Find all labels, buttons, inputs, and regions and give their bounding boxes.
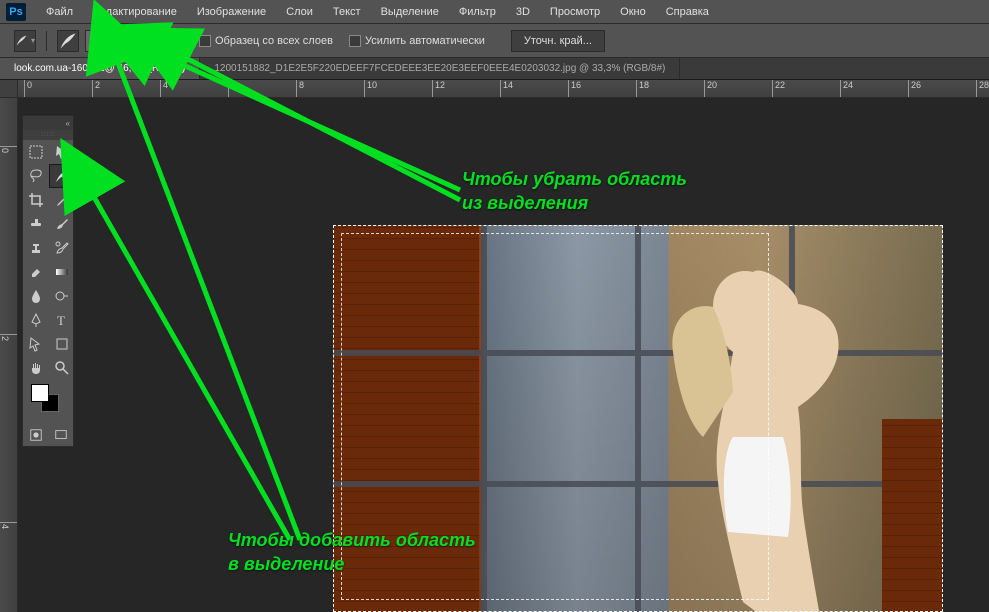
- add-to-selection-icon[interactable]: +: [85, 30, 107, 52]
- ruler-tick: 0: [24, 80, 32, 98]
- drag-handle-icon[interactable]: :::::: [23, 130, 73, 140]
- new-selection-icon[interactable]: [57, 30, 79, 52]
- marquee-tool-icon[interactable]: [23, 140, 49, 164]
- crop-tool-icon[interactable]: [23, 188, 49, 212]
- zoom-tool-icon[interactable]: [49, 356, 75, 380]
- menu-3d[interactable]: 3D: [506, 6, 540, 18]
- blur-tool-icon[interactable]: [23, 284, 49, 308]
- refine-edge-button[interactable]: Уточн. край...: [511, 30, 605, 52]
- annotation-add: Чтобы добавить область в выделение: [228, 528, 476, 577]
- tools-panel: « ::::: T: [22, 115, 74, 447]
- tab-document-1[interactable]: look.com.ua-160131 @ 66,7% (RGB/8): [0, 58, 200, 79]
- screen-mode-icon[interactable]: [48, 424, 73, 446]
- auto-enhance-checkbox[interactable]: Усилить автоматически: [349, 35, 485, 47]
- ruler-tick: 18: [636, 80, 649, 98]
- ruler-tick: 8: [296, 80, 304, 98]
- tools-panel-header: «: [23, 116, 73, 130]
- healing-brush-tool-icon[interactable]: [23, 212, 49, 236]
- ruler-corner: [0, 80, 18, 98]
- ruler-horizontal: 0 2 4 6 8 10 12 14 16 18 20 22 24 26 28: [18, 80, 989, 98]
- ruler-vertical: 0 2 4: [0, 98, 18, 612]
- document-tabs: look.com.ua-160131 @ 66,7% (RGB/8) 12001…: [0, 58, 989, 80]
- menu-bar: Ps Файл Редактирование Изображение Слои …: [0, 0, 989, 24]
- ruler-tick: 4: [0, 522, 18, 529]
- eyedropper-tool-icon[interactable]: [49, 188, 75, 212]
- ruler-tick: 16: [568, 80, 581, 98]
- ruler-tick: 2: [92, 80, 100, 98]
- ruler-tick: 12: [432, 80, 445, 98]
- ruler-tick: 20: [704, 80, 717, 98]
- history-brush-tool-icon[interactable]: [49, 236, 75, 260]
- ruler-tick: 28: [976, 80, 989, 98]
- tab-label: 1200151882_D1E2E5F220EDEEF7FCEDEEE3EE20E…: [214, 63, 665, 74]
- ruler-tick: 6: [228, 80, 236, 98]
- menu-text[interactable]: Текст: [323, 6, 371, 18]
- clone-stamp-tool-icon[interactable]: [23, 236, 49, 260]
- ruler-tick: 14: [500, 80, 513, 98]
- svg-text:T: T: [57, 313, 65, 328]
- eraser-tool-icon[interactable]: [23, 260, 49, 284]
- photoshop-logo-icon: Ps: [6, 3, 26, 21]
- ruler-tick: 2: [0, 334, 18, 341]
- checkbox-icon[interactable]: [199, 35, 211, 47]
- type-tool-icon[interactable]: T: [49, 308, 75, 332]
- ruler-tick: 22: [772, 80, 785, 98]
- collapse-icon[interactable]: «: [66, 119, 70, 128]
- brush-size-icon[interactable]: [156, 30, 178, 52]
- tab-suffix: @ 66,7% (RGB/8): [105, 63, 186, 74]
- ruler-tick: 24: [840, 80, 853, 98]
- separator: [145, 31, 146, 51]
- subtract-from-selection-icon[interactable]: −: [113, 30, 135, 52]
- tool-preset-icon[interactable]: [14, 30, 36, 52]
- path-selection-tool-icon[interactable]: [23, 332, 49, 356]
- separator: [46, 31, 47, 51]
- figure-graphic: [613, 242, 863, 612]
- menu-image[interactable]: Изображение: [187, 6, 276, 18]
- tab-document-2[interactable]: 1200151882_D1E2E5F220EDEEF7FCEDEEE3EE20E…: [200, 58, 680, 79]
- tab-label: look.com.ua-160131: [14, 63, 105, 74]
- checkbox-icon[interactable]: [349, 35, 361, 47]
- menu-select[interactable]: Выделение: [371, 6, 449, 18]
- ruler-tick: 0: [0, 146, 18, 153]
- menu-help[interactable]: Справка: [656, 6, 719, 18]
- hand-tool-icon[interactable]: [23, 356, 49, 380]
- auto-enhance-label: Усилить автоматически: [365, 35, 485, 47]
- lasso-tool-icon[interactable]: [23, 164, 49, 188]
- dodge-tool-icon[interactable]: [49, 284, 75, 308]
- svg-text:+: +: [100, 31, 106, 42]
- quick-mask-icon[interactable]: [23, 424, 48, 446]
- menu-edit[interactable]: Редактирование: [83, 6, 187, 18]
- ruler-tick: 10: [364, 80, 377, 98]
- pen-tool-icon[interactable]: [23, 308, 49, 332]
- brush-tool-icon[interactable]: [49, 212, 75, 236]
- quick-selection-tool-icon[interactable]: [49, 164, 75, 188]
- color-swatches[interactable]: [23, 380, 73, 424]
- annotation-remove: Чтобы убрать область из выделения: [462, 167, 687, 216]
- gradient-tool-icon[interactable]: [49, 260, 75, 284]
- move-tool-icon[interactable]: [49, 140, 75, 164]
- menu-filter[interactable]: Фильтр: [449, 6, 506, 18]
- canvas-area: 0 2 4 6 8 10 12 14 16 18 20 22 24 26 28 …: [0, 80, 989, 612]
- sample-all-layers-checkbox[interactable]: Образец со всех слоев: [199, 35, 333, 47]
- options-bar: + − Образец со всех слоев Усилить автома…: [0, 24, 989, 58]
- menu-window[interactable]: Окно: [610, 6, 656, 18]
- menu-layers[interactable]: Слои: [276, 6, 323, 18]
- foreground-color-swatch[interactable]: [31, 384, 49, 402]
- ruler-tick: 26: [908, 80, 921, 98]
- svg-text:−: −: [128, 31, 134, 42]
- sample-all-layers-label: Образец со всех слоев: [215, 35, 333, 47]
- separator: [188, 31, 189, 51]
- menu-file[interactable]: Файл: [36, 6, 83, 18]
- menu-view[interactable]: Просмотр: [540, 6, 610, 18]
- shape-tool-icon[interactable]: [49, 332, 75, 356]
- ruler-tick: 4: [160, 80, 168, 98]
